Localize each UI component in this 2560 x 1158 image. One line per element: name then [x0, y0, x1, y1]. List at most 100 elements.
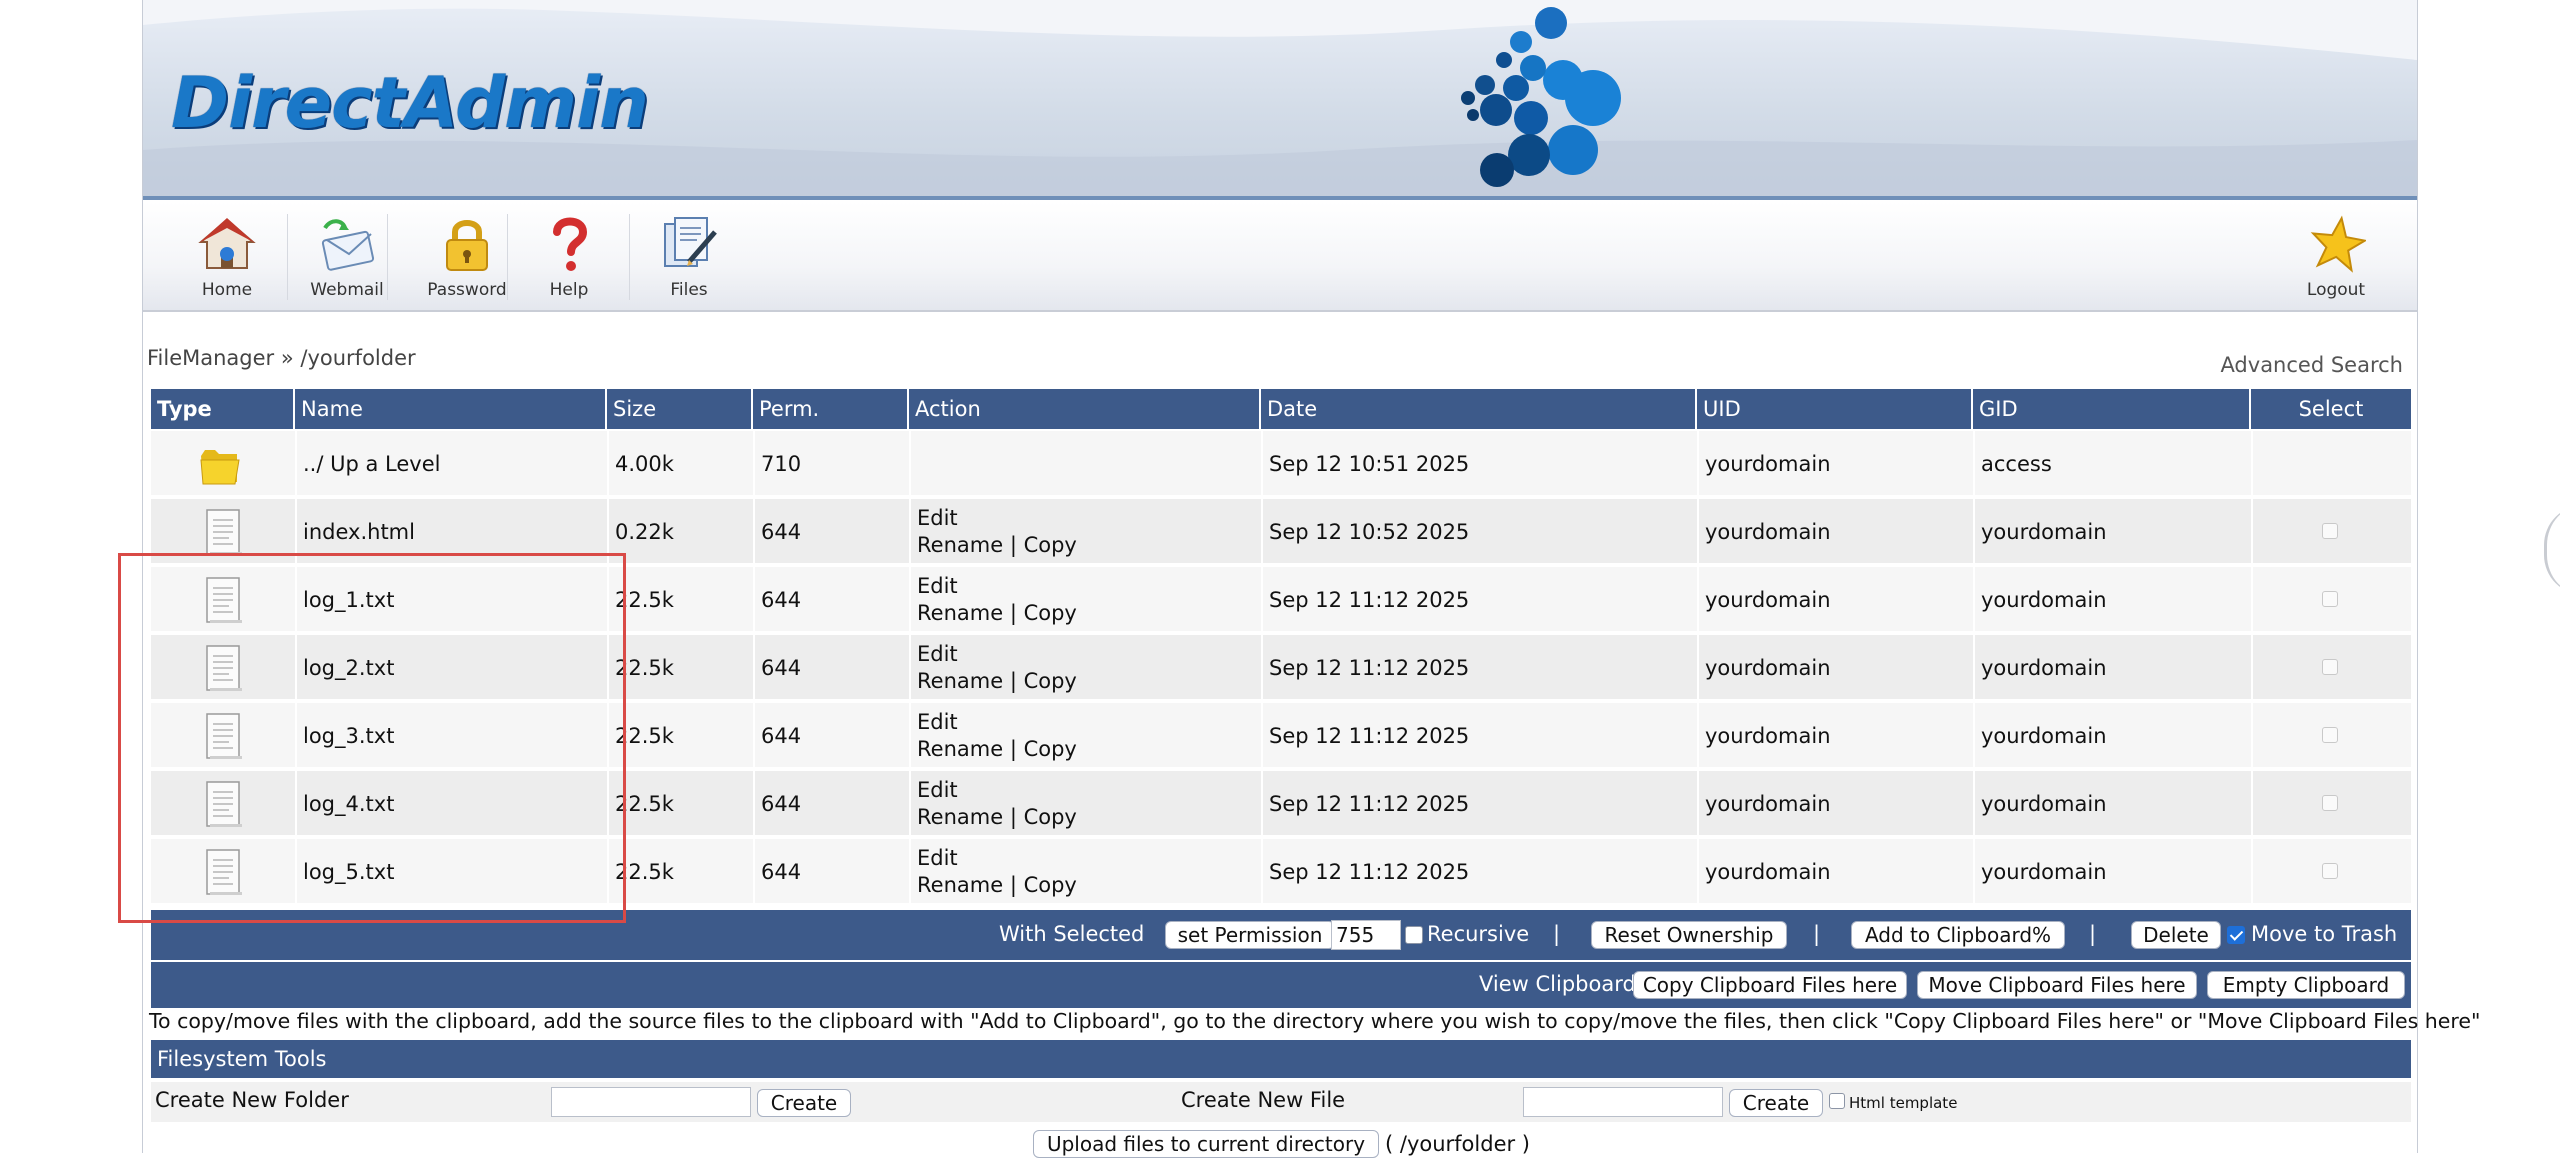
column-divider	[1261, 703, 1263, 769]
select-checkbox[interactable]	[2322, 523, 2338, 539]
create-file-button[interactable]: Create	[1729, 1089, 1823, 1117]
file-name-link[interactable]: log_4.txt	[303, 771, 394, 837]
add-to-clipboard-button[interactable]: Add to Clipboard%	[1851, 921, 2065, 949]
copy-link[interactable]: Copy	[1024, 669, 1077, 693]
col-select-header[interactable]: Select	[2251, 389, 2411, 429]
permission-input[interactable]: 755	[1331, 920, 1401, 950]
file-gid: yourdomain	[1981, 724, 2107, 748]
file-name-link[interactable]: index.html	[303, 499, 415, 565]
file-icon[interactable]	[203, 574, 245, 626]
recursive-checkbox[interactable]	[1405, 926, 1423, 944]
rename-link[interactable]: Rename	[917, 737, 1003, 761]
file-icon[interactable]	[203, 846, 245, 898]
html-template-label: Html template	[1849, 1094, 1958, 1112]
rename-link[interactable]: Rename	[917, 669, 1003, 693]
new-file-input[interactable]	[1523, 1087, 1723, 1117]
toolbar-separator	[387, 214, 388, 300]
rename-link[interactable]: Rename	[917, 533, 1003, 557]
col-gid-header[interactable]: GID	[1973, 389, 2251, 429]
col-name-header[interactable]: Name	[295, 389, 607, 429]
table-row[interactable]: log_4.txt 22.5k 644 Edit Rename | Copy Sep 12…	[151, 771, 2411, 837]
table-row[interactable]: log_1.txt 22.5k 644 Edit Rename | Copy Sep 12…	[151, 567, 2411, 633]
bar-separator: |	[1553, 922, 1561, 946]
edit-link[interactable]: Edit	[917, 574, 958, 598]
table-row[interactable]: log_3.txt 22.5k 644 Edit Rename | Copy Sep 12…	[151, 703, 2411, 769]
edit-link[interactable]: Edit	[917, 710, 958, 734]
col-perm-header[interactable]: Perm.	[753, 389, 909, 429]
copy-link[interactable]: Copy	[1024, 737, 1077, 761]
breadcrumb[interactable]: FileManager » /yourfolder	[147, 346, 416, 370]
rename-link[interactable]: Rename	[917, 873, 1003, 897]
select-checkbox[interactable]	[2322, 591, 2338, 607]
copy-link[interactable]: Copy	[1024, 873, 1077, 897]
file-permission[interactable]: 644	[761, 771, 801, 837]
toolbar-logout[interactable]: Logout	[2276, 202, 2396, 306]
copy-link[interactable]: Copy	[1024, 533, 1077, 557]
edit-link[interactable]: Edit	[917, 642, 958, 666]
file-icon[interactable]	[203, 778, 245, 830]
file-icon[interactable]	[203, 710, 245, 762]
new-folder-input[interactable]	[551, 1087, 751, 1117]
file-name-link[interactable]: log_3.txt	[303, 703, 394, 769]
column-divider	[1261, 771, 1263, 837]
file-permission[interactable]: 710	[761, 431, 801, 497]
edit-link[interactable]: Edit	[917, 506, 958, 530]
empty-clipboard-button[interactable]: Empty Clipboard	[2207, 971, 2405, 999]
advanced-search-link[interactable]: Advanced Search	[2220, 353, 2403, 377]
toolbar-files[interactable]: Files	[629, 202, 749, 306]
file-uid: yourdomain	[1705, 520, 1831, 544]
copy-link[interactable]: Copy	[1024, 601, 1077, 625]
move-clipboard-here-button[interactable]: Move Clipboard Files here	[1917, 971, 2197, 999]
table-row[interactable]: ../ Up a Level 4.00k 710 Sep 12 10:51 2025 y…	[151, 431, 2411, 497]
select-checkbox[interactable]	[2322, 659, 2338, 675]
upload-files-button[interactable]: Upload files to current directory	[1033, 1130, 1379, 1158]
toolbar-home-label: Home	[201, 280, 253, 300]
file-permission[interactable]: 644	[761, 635, 801, 701]
col-type-header: Type	[151, 389, 295, 429]
column-divider	[1697, 567, 1699, 633]
set-permission-button[interactable]: set Permission	[1165, 921, 1335, 949]
folder-icon[interactable]	[199, 438, 241, 490]
file-icon[interactable]	[203, 642, 245, 694]
file-permission[interactable]: 644	[761, 567, 801, 633]
directadmin-logo[interactable]: DirectAdmin	[171, 62, 649, 144]
copy-link[interactable]: Copy	[1024, 805, 1077, 829]
html-template-checkbox[interactable]	[1829, 1093, 1845, 1109]
table-row[interactable]: index.html 0.22k 644 Edit Rename | Copy Sep 1…	[151, 499, 2411, 565]
bar-separator: |	[2089, 922, 2097, 946]
col-uid-header[interactable]: UID	[1697, 389, 1973, 429]
file-permission[interactable]: 644	[761, 839, 801, 905]
table-row[interactable]: log_5.txt 22.5k 644 Edit Rename | Copy Sep 12…	[151, 839, 2411, 905]
toolbar-help[interactable]: Help	[509, 202, 629, 306]
file-name-link[interactable]: log_2.txt	[303, 635, 394, 701]
file-permission[interactable]: 644	[761, 499, 801, 565]
col-size-header[interactable]: Size	[607, 389, 753, 429]
select-checkbox[interactable]	[2322, 863, 2338, 879]
file-name-link[interactable]: log_1.txt	[303, 567, 394, 633]
action-separator: |	[1009, 669, 1017, 693]
file-icon[interactable]	[203, 506, 245, 558]
toolbar-webmail[interactable]: Webmail	[287, 202, 407, 306]
page-frame: DirectAdmin Home Webmail Password Help F…	[142, 0, 2480, 1158]
edit-link[interactable]: Edit	[917, 778, 958, 802]
rename-link[interactable]: Rename	[917, 805, 1003, 829]
copy-clipboard-here-button[interactable]: Copy Clipboard Files here	[1633, 971, 1907, 999]
select-checkbox[interactable]	[2322, 727, 2338, 743]
edit-link[interactable]: Edit	[917, 846, 958, 870]
col-date-header[interactable]: Date	[1261, 389, 1697, 429]
file-permission[interactable]: 644	[761, 703, 801, 769]
view-clipboard-link[interactable]: View Clipboard	[1479, 972, 1636, 996]
toolbar-home[interactable]: Home	[167, 202, 287, 306]
create-folder-button[interactable]: Create	[757, 1089, 851, 1117]
move-to-trash-checkbox[interactable]	[2227, 926, 2245, 944]
select-checkbox[interactable]	[2322, 795, 2338, 811]
file-name-link[interactable]: ../ Up a Level	[303, 431, 440, 497]
delete-button[interactable]: Delete	[2131, 921, 2221, 949]
table-row[interactable]: log_2.txt 22.5k 644 Edit Rename | Copy Sep 12…	[151, 635, 2411, 701]
file-actions: Edit Rename | Copy	[917, 845, 1077, 911]
file-name-link[interactable]: log_5.txt	[303, 839, 394, 905]
rename-link[interactable]: Rename	[917, 601, 1003, 625]
column-divider	[753, 499, 755, 565]
reset-ownership-button[interactable]: Reset Ownership	[1591, 921, 1787, 949]
clipboard-info-text: To copy/move files with the clipboard, a…	[149, 1009, 2481, 1033]
